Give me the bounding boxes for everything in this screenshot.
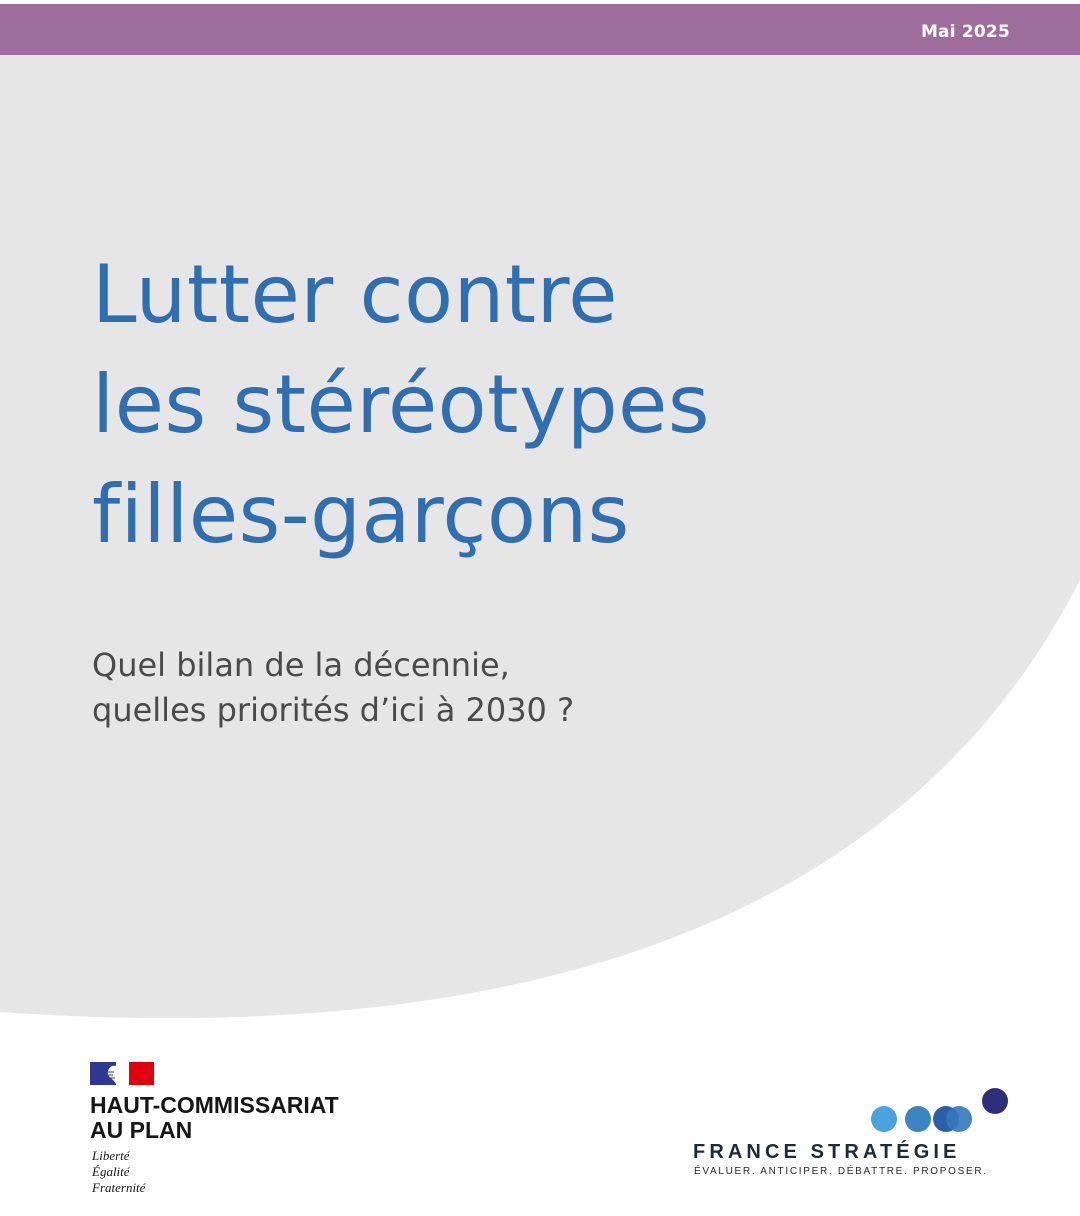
subtitle: Quel bilan de la décennie, quelles prior… <box>92 643 574 733</box>
logo-dot <box>946 1106 972 1132</box>
motto-line: Fraternité <box>92 1180 146 1195</box>
logo-dot <box>905 1106 931 1132</box>
logo-dot <box>982 1088 1008 1114</box>
background-shape <box>0 55 1080 1019</box>
subtitle-line: Quel bilan de la décennie, <box>92 646 510 684</box>
marianne-flag-icon <box>90 1062 154 1085</box>
france-strategie-tagline: ÉVALUER. ANTICIPER. DÉBATTRE. PROPOSER. <box>694 1166 988 1177</box>
republic-motto: Liberté Égalité Fraternité <box>92 1148 145 1196</box>
title-line: les stéréotypes <box>92 358 711 451</box>
france-strategie-dots-icon <box>871 1088 1008 1132</box>
france-strategie-name: FRANCE STRATÉGIE <box>693 1141 961 1163</box>
cover-page: Mai 2025 Lutter contre les stéréotypes f… <box>0 0 1080 1216</box>
main-title: Lutter contre les stéréotypes filles-gar… <box>92 240 710 570</box>
motto-line: Égalité <box>92 1164 130 1179</box>
institution-name-line: AU PLAN <box>90 1117 193 1143</box>
logo-dot <box>871 1106 897 1132</box>
france-strategie-logo: FRANCE STRATÉGIE ÉVALUER. ANTICIPER. DÉB… <box>690 1086 1020 1186</box>
title-line: filles-garçons <box>92 468 630 561</box>
title-line: Lutter contre <box>92 248 618 341</box>
haut-commissariat-logo: HAUT-COMMISSARIAT AU PLAN Liberté Égalit… <box>90 1062 390 1202</box>
motto-line: Liberté <box>92 1148 130 1163</box>
institution-name: HAUT-COMMISSARIAT AU PLAN <box>90 1093 339 1143</box>
institution-name-line: HAUT-COMMISSARIAT <box>90 1092 339 1118</box>
subtitle-line: quelles priorités d’ici à 2030 ? <box>92 691 575 729</box>
flag-red-band <box>129 1062 154 1085</box>
publication-date: Mai 2025 <box>920 22 1010 42</box>
top-band: Mai 2025 <box>0 4 1080 55</box>
